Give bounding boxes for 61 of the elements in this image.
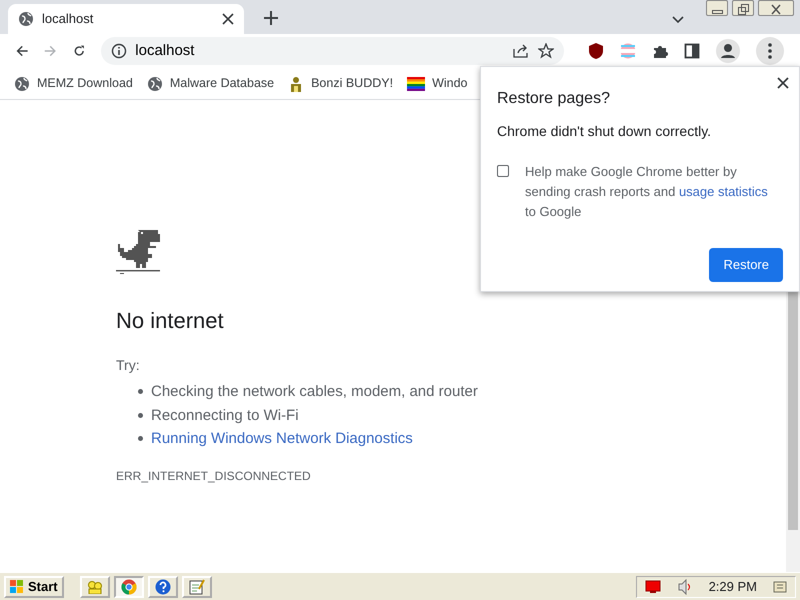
share-icon[interactable]: [512, 43, 530, 59]
notepad-icon: [188, 578, 205, 594]
restore-icon: [738, 4, 748, 14]
menu-icon[interactable]: [756, 37, 784, 65]
try-label: Try:: [116, 356, 141, 375]
bullet-icon: [138, 436, 143, 442]
taskbar-button[interactable]: [114, 576, 144, 598]
people-icon: [86, 580, 103, 594]
close-icon: [771, 4, 781, 14]
globe-icon: [18, 11, 34, 27]
puzzle-icon[interactable]: [652, 43, 668, 59]
close-icon[interactable]: [222, 13, 234, 25]
back-icon[interactable]: [16, 43, 28, 59]
checkbox[interactable]: [497, 165, 509, 177]
suggestion-text: Reconnecting to Wi-Fi: [151, 406, 299, 426]
rainbow-flag-icon: [407, 76, 426, 90]
diagnostics-link[interactable]: Running Windows Network Diagnostics: [151, 427, 413, 450]
monitor-icon: [644, 580, 661, 594]
tab-title: localhost: [42, 10, 94, 28]
forward-icon: [44, 43, 57, 59]
checkbox-label: Help make Google Chrome better by sending crash reports and usage statistics to Google: [525, 163, 769, 221]
restore-button[interactable]: [732, 0, 754, 16]
minimize-button[interactable]: [706, 0, 728, 16]
help-icon: [154, 578, 171, 594]
bookmark-link[interactable]: MEMZ Download: [14, 74, 133, 93]
clock: 2:29 PM: [708, 578, 757, 596]
taskbar-button[interactable]: [80, 576, 110, 598]
bookmark-link[interactable]: Malware Database: [146, 74, 274, 93]
dialog-message: Chrome didn't shut down correctly.: [497, 122, 712, 141]
error-code: ERR_INTERNET_DISCONNECTED: [116, 468, 312, 484]
bullet-icon: [138, 412, 143, 418]
info-icon[interactable]: [111, 43, 128, 59]
close-icon[interactable]: [777, 77, 789, 89]
error-heading: No internet: [116, 307, 225, 335]
tray-icon[interactable]: [773, 580, 787, 594]
speaker-icon[interactable]: [676, 578, 693, 594]
usage-statistics-link[interactable]: usage statistics: [678, 184, 768, 199]
chevron-down-icon[interactable]: [672, 16, 684, 24]
taskbar-button[interactable]: [148, 576, 178, 598]
suggestion-text: Checking the network cables, modem, and router: [151, 382, 478, 402]
shield-icon[interactable]: [588, 42, 604, 60]
side-panel-icon[interactable]: [684, 43, 700, 59]
new-tab-icon[interactable]: [264, 11, 278, 25]
browser-tab[interactable]: localhost: [8, 4, 244, 34]
bullet-icon: [138, 389, 143, 394]
dialog-title: Restore pages?: [497, 89, 610, 109]
close-button[interactable]: [758, 0, 794, 16]
profile-icon[interactable]: [716, 39, 740, 63]
minimize-icon: [712, 10, 722, 14]
windows-logo-icon: [10, 580, 24, 594]
bookmark-link[interactable]: Bonzi BUDDY!: [288, 74, 394, 93]
dinosaur-icon: [116, 230, 160, 274]
address-bar[interactable]: localhost: [101, 37, 564, 65]
globe-icon: [146, 76, 163, 92]
globe-icon: [14, 76, 30, 92]
bookmark-link[interactable]: Windo: [407, 74, 468, 93]
start-button[interactable]: Start: [4, 576, 64, 598]
chrome-icon: [120, 578, 137, 594]
restore-button[interactable]: Restore: [709, 248, 783, 282]
star-icon[interactable]: [538, 43, 554, 59]
taskbar-button[interactable]: [182, 576, 212, 598]
